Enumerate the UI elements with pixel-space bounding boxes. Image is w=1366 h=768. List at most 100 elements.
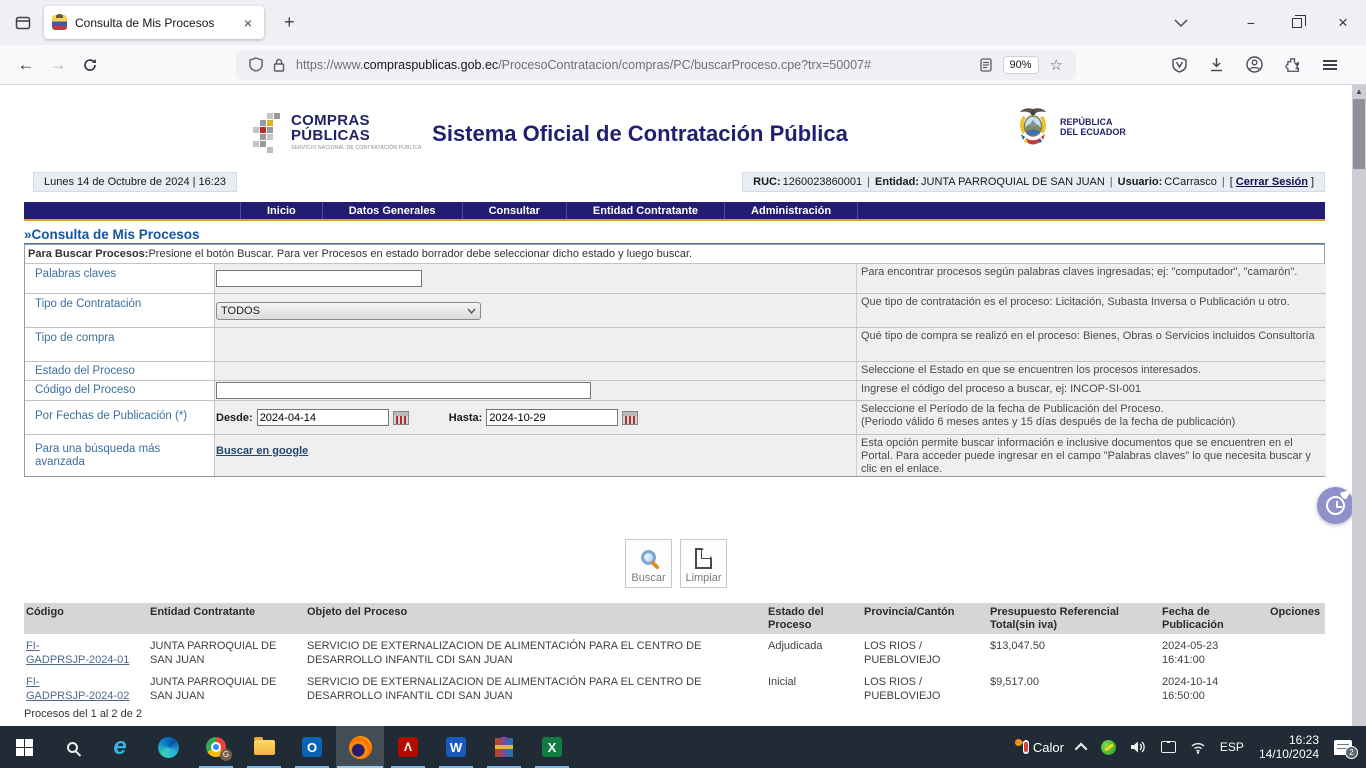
word-button[interactable]: W — [432, 726, 480, 768]
col-fecha: Fecha de Publicación — [1160, 603, 1268, 634]
lock-icon[interactable] — [273, 58, 285, 72]
buscar-button[interactable]: Buscar — [625, 539, 672, 588]
ruc-value: 1260023860001 — [783, 176, 863, 188]
scrollbar-thumb[interactable] — [1353, 99, 1365, 169]
republic-line2: DEL ECUADOR — [1060, 127, 1126, 137]
url-domain: compraspublicas.gob.ec — [363, 58, 498, 72]
label-estado-proceso: Estado del Proceso — [25, 362, 214, 380]
windows-logo-icon — [16, 739, 33, 756]
col-objeto: Objeto del Proceso — [305, 603, 766, 634]
meet-now-button[interactable] — [1154, 726, 1183, 768]
ruc-label: RUC: — [753, 176, 781, 188]
blank-page-icon — [695, 548, 712, 569]
file-explorer-button[interactable] — [240, 726, 288, 768]
window-minimize-button[interactable]: − — [1228, 0, 1274, 45]
codigo-proceso-input[interactable] — [216, 382, 591, 399]
usuario-label: Usuario: — [1118, 176, 1163, 188]
logout-link[interactable]: Cerrar Sesión — [1236, 176, 1308, 188]
col-opciones: Opciones — [1268, 603, 1325, 634]
edge-button[interactable] — [144, 726, 192, 768]
extensions-puzzle-icon[interactable] — [1285, 57, 1301, 73]
url-prefix: https://www. — [296, 58, 363, 72]
tray-date: 14/10/2024 — [1259, 747, 1319, 761]
palabras-claves-input[interactable] — [216, 270, 422, 287]
main-menu: Inicio Datos Generales Consultar Entidad… — [24, 202, 1325, 221]
search-icon — [67, 742, 78, 753]
scroll-up-icon[interactable]: ▲ — [1352, 87, 1366, 96]
outlook-button[interactable]: O — [288, 726, 336, 768]
tipo-contratacion-select[interactable]: TODOS — [216, 302, 481, 320]
list-all-tabs-icon[interactable] — [1174, 19, 1188, 27]
taskbar-search-button[interactable] — [48, 726, 96, 768]
wifi-icon — [1190, 741, 1206, 754]
folder-icon — [254, 740, 275, 755]
volume-button[interactable] — [1123, 726, 1154, 768]
firefox-button[interactable] — [336, 726, 384, 768]
usuario-value: CCarrasco — [1164, 176, 1217, 188]
proceso-link[interactable]: FI-GADPRSJP-2024-02 — [26, 675, 142, 703]
status-bar: Lunes 14 de Octubre de 2024 | 16:23 RUC:… — [0, 172, 1352, 192]
network-button[interactable] — [1183, 726, 1213, 768]
window-close-button[interactable]: × — [1320, 0, 1366, 45]
bookmark-star-icon[interactable]: ☆ — [1050, 56, 1063, 74]
calendar-icon[interactable] — [393, 411, 409, 425]
firefox-view-icon[interactable] — [8, 8, 38, 38]
url-text: https://www.compraspublicas.gob.ec/Proce… — [296, 58, 975, 72]
menu-item-consultar[interactable]: Consultar — [462, 202, 566, 219]
menu-item-entidad-contratante[interactable]: Entidad Contratante — [566, 202, 724, 219]
republic-line1: REPÚBLICA — [1060, 117, 1126, 127]
buscar-en-google-link[interactable]: Buscar en google — [216, 445, 308, 457]
tracking-shield-icon[interactable] — [249, 57, 263, 72]
winrar-button[interactable] — [480, 726, 528, 768]
new-tab-button[interactable]: + — [276, 12, 303, 33]
magnifier-icon — [641, 550, 656, 565]
fecha-hasta-input[interactable] — [486, 409, 618, 426]
label-tipo-contratacion: Tipo de Contratación — [25, 294, 214, 327]
internet-explorer-button[interactable]: e — [96, 726, 144, 768]
menu-hamburger-icon[interactable] — [1323, 60, 1337, 70]
system-tray: Calor ESP 16:23 14/10/2024 2 — [1008, 726, 1366, 768]
download-icon[interactable] — [1209, 57, 1224, 73]
acrobat-button[interactable]: Λ — [384, 726, 432, 768]
calendar-icon[interactable] — [622, 411, 638, 425]
col-entidad: Entidad Contratante — [148, 603, 305, 634]
thermometer-icon — [1015, 739, 1031, 755]
menu-item-administracion[interactable]: Administración — [724, 202, 858, 219]
table-header-row: Código Entidad Contratante Objeto del Pr… — [24, 603, 1325, 634]
account-icon[interactable] — [1246, 56, 1263, 73]
col-codigo: Código — [24, 603, 148, 634]
limpiar-button[interactable]: Limpiar — [680, 539, 727, 588]
hasta-label: Hasta: — [449, 412, 483, 424]
reader-mode-icon[interactable] — [980, 58, 992, 72]
zoom-indicator[interactable]: 90% — [1003, 56, 1039, 74]
proceso-link[interactable]: FI-GADPRSJP-2024-01 — [26, 639, 142, 667]
tray-expand-button[interactable] — [1071, 726, 1094, 768]
url-bar[interactable]: https://www.compraspublicas.gob.ec/Proce… — [236, 50, 1076, 80]
menu-item-inicio[interactable]: Inicio — [240, 202, 322, 219]
datetime-label: Lunes 14 de Octubre de 2024 | 16:23 — [33, 172, 237, 192]
excel-button[interactable]: X — [528, 726, 576, 768]
start-button[interactable] — [0, 726, 48, 768]
tab-close-icon[interactable]: × — [240, 14, 256, 32]
vertical-scrollbar[interactable]: ▲ — [1352, 85, 1366, 726]
help-tipo-compra: Qué tipo de compra se realizó en el proc… — [856, 328, 1326, 361]
desde-label: Desde: — [216, 412, 253, 424]
back-button[interactable]: ← — [10, 50, 42, 80]
chrome-profile-badge: G — [220, 749, 232, 761]
weather-widget[interactable]: Calor — [1008, 726, 1071, 768]
chrome-button[interactable]: G — [192, 726, 240, 768]
notification-center-button[interactable]: 2 — [1327, 726, 1366, 768]
floating-clock-badge[interactable] — [1317, 487, 1354, 524]
menu-item-datos-generales[interactable]: Datos Generales — [322, 202, 462, 219]
antivirus-tray-button[interactable] — [1094, 726, 1123, 768]
winrar-icon — [495, 737, 513, 757]
reload-button[interactable] — [74, 50, 106, 80]
forward-button[interactable]: → — [42, 50, 74, 80]
taskbar-clock[interactable]: 16:23 14/10/2024 — [1251, 733, 1327, 761]
shield-extension-icon[interactable] — [1172, 57, 1187, 73]
browser-tab-active[interactable]: Consulta de Mis Procesos × — [44, 6, 264, 39]
language-indicator[interactable]: ESP — [1213, 726, 1251, 768]
window-restore-button[interactable] — [1274, 0, 1320, 45]
fecha-desde-input[interactable] — [257, 409, 389, 426]
label-palabras-claves: Palabras claves — [25, 264, 214, 293]
